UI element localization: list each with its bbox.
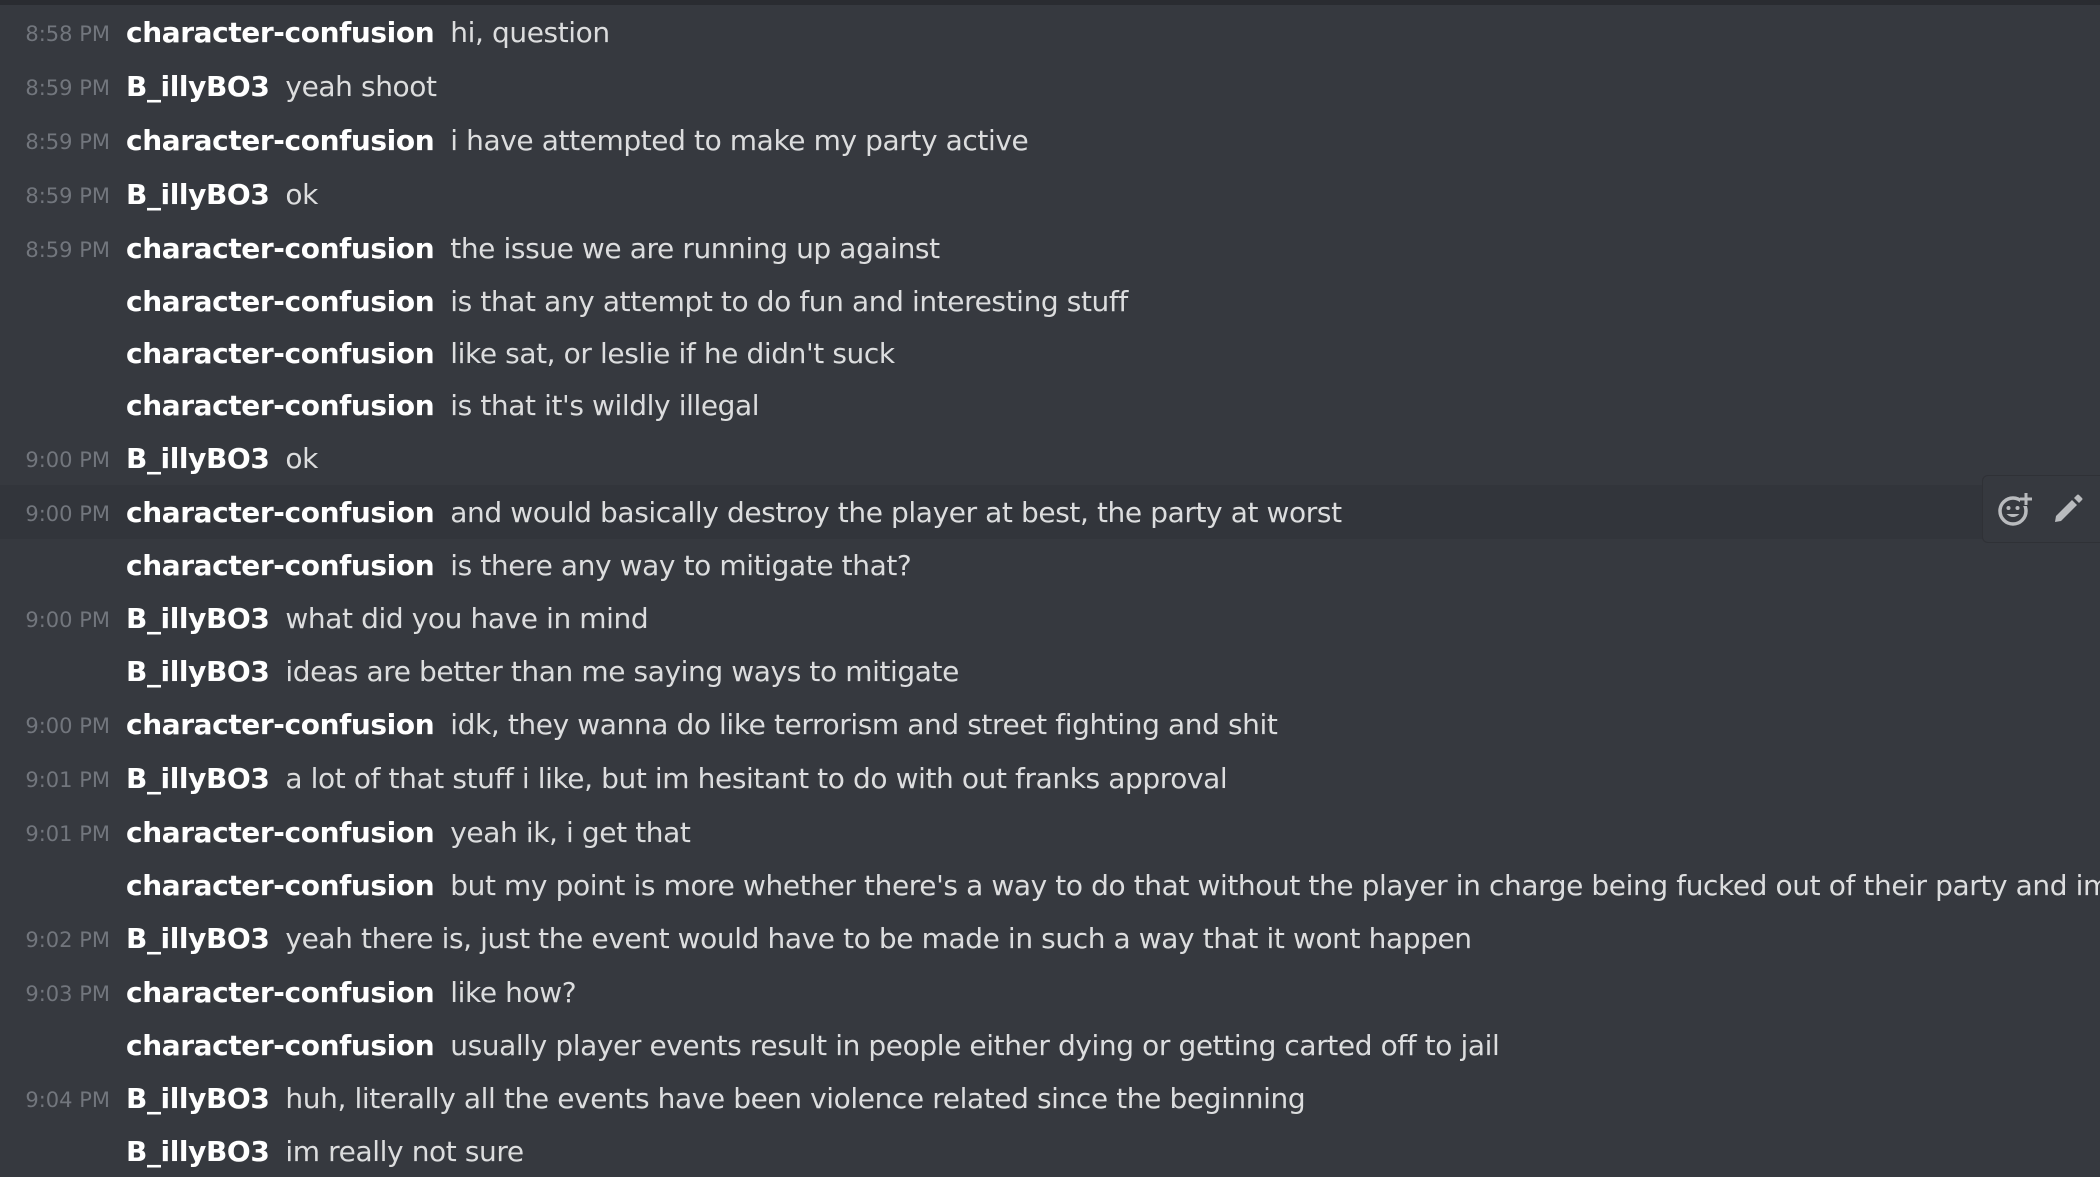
message-timestamp [0, 669, 110, 673]
message-timestamp [0, 1149, 110, 1153]
message-author[interactable]: character-confusion [126, 232, 435, 265]
message-author[interactable]: character-confusion [126, 1029, 435, 1062]
message-author[interactable]: character-confusion [126, 708, 435, 741]
message-row[interactable]: 8:59 PM B_illyBO3 ok [0, 167, 2100, 221]
message-row[interactable]: 9:02 PM B_illyBO3 yeah there is, just th… [0, 911, 2100, 965]
chat-messages: 8:58 PM character-confusion hi, question… [0, 5, 2100, 1174]
message-timestamp [0, 1043, 110, 1047]
message-timestamp: 9:00 PM [25, 448, 110, 472]
message-author[interactable]: B_illyBO3 [126, 442, 270, 475]
message-author[interactable]: character-confusion [126, 816, 435, 849]
message-author[interactable]: character-confusion [126, 976, 435, 1009]
message-content: what did you have in mind [285, 601, 649, 635]
message-author[interactable]: B_illyBO3 [126, 655, 270, 688]
message-content: like how? [450, 975, 577, 1009]
message-content: and would basically destroy the player a… [450, 495, 1342, 529]
message-timestamp [0, 883, 110, 887]
message-content: yeah there is, just the event would have… [285, 921, 1472, 955]
message-row[interactable]: 8:59 PM character-confusion the issue we… [0, 221, 2100, 275]
message-timestamp: 9:00 PM [25, 502, 110, 526]
message-author[interactable]: character-confusion [126, 337, 435, 370]
message-timestamp [0, 299, 110, 303]
message-content: usually player events result in people e… [450, 1028, 1500, 1062]
pencil-icon[interactable] [2048, 489, 2088, 529]
message-row[interactable]: 9:01 PM character-confusion yeah ik, i g… [0, 805, 2100, 859]
message-timestamp: 8:58 PM [25, 22, 110, 46]
message-row[interactable]: 9:00 PM B_illyBO3 what did you have in m… [0, 591, 2100, 645]
message-row[interactable]: 9:00 PM B_illyBO3 ok [0, 431, 2100, 485]
message-timestamp [0, 563, 110, 567]
message-timestamp [0, 403, 110, 407]
message-row[interactable]: 9:03 PM character-confusion like how? [0, 965, 2100, 1019]
message-content: idk, they wanna do like terrorism and st… [450, 707, 1278, 741]
message-author[interactable]: B_illyBO3 [126, 602, 270, 635]
message-timestamp: 9:03 PM [25, 982, 110, 1006]
message-row[interactable]: B_illyBO3 ideas are better than me sayin… [0, 645, 2100, 697]
message-content: the issue we are running up against [450, 231, 940, 265]
message-timestamp: 8:59 PM [25, 238, 110, 262]
message-row[interactable]: 9:00 PM character-confusion idk, they wa… [0, 697, 2100, 751]
message-row[interactable]: character-confusion like sat, or leslie … [0, 327, 2100, 379]
message-timestamp: 8:59 PM [25, 184, 110, 208]
message-row[interactable]: character-confusion but my point is more… [0, 859, 2100, 911]
message-row[interactable]: 9:01 PM B_illyBO3 a lot of that stuff i … [0, 751, 2100, 805]
message-row[interactable]: 8:59 PM character-confusion i have attem… [0, 113, 2100, 167]
message-content: i have attempted to make my party active [450, 123, 1029, 157]
message-timestamp: 9:02 PM [25, 928, 110, 952]
message-timestamp: 9:01 PM [25, 822, 110, 846]
message-row[interactable]: character-confusion is there any way to … [0, 539, 2100, 591]
message-content: is that it's wildly illegal [450, 388, 760, 422]
message-row[interactable]: character-confusion usually player event… [0, 1019, 2100, 1071]
message-author[interactable]: character-confusion [126, 389, 435, 422]
message-row[interactable]: 8:58 PM character-confusion hi, question [0, 5, 2100, 59]
message-author[interactable]: B_illyBO3 [126, 178, 270, 211]
message-author[interactable]: B_illyBO3 [126, 762, 270, 795]
message-content: im really not sure [285, 1134, 524, 1168]
message-content: ideas are better than me saying ways to … [285, 654, 959, 688]
message-content: a lot of that stuff i like, but im hesit… [285, 761, 1228, 795]
message-hover-toolbar [1982, 475, 2100, 543]
message-content: ok [285, 441, 318, 475]
message-row[interactable]: B_illyBO3 im really not sure [0, 1125, 2100, 1177]
message-row[interactable]: 8:59 PM B_illyBO3 yeah shoot [0, 59, 2100, 113]
message-row-hovered[interactable]: 9:00 PM character-confusion and would ba… [0, 475, 2100, 543]
message-author[interactable]: character-confusion [126, 869, 435, 902]
message-timestamp: 8:59 PM [25, 76, 110, 100]
message-timestamp: 9:04 PM [25, 1088, 110, 1112]
message-author[interactable]: character-confusion [126, 496, 435, 529]
message-content: but my point is more whether there's a w… [450, 868, 2100, 902]
message-content: huh, literally all the events have been … [285, 1081, 1306, 1115]
message-timestamp: 9:00 PM [25, 714, 110, 738]
message-content: like sat, or leslie if he didn't suck [450, 336, 895, 370]
message-timestamp [0, 351, 110, 355]
message-content: is there any way to mitigate that? [450, 548, 912, 582]
message-author[interactable]: B_illyBO3 [126, 1135, 270, 1168]
message-author[interactable]: B_illyBO3 [126, 1082, 270, 1115]
message-content: yeah shoot [285, 69, 437, 103]
message-author[interactable]: character-confusion [126, 549, 435, 582]
add-reaction-icon[interactable] [1995, 489, 2035, 529]
message-row[interactable]: character-confusion is that any attempt … [0, 275, 2100, 327]
message-author[interactable]: B_illyBO3 [126, 922, 270, 955]
message-author[interactable]: character-confusion [126, 285, 435, 318]
message-timestamp: 9:00 PM [25, 608, 110, 632]
message-row[interactable]: character-confusion is that it's wildly … [0, 379, 2100, 431]
message-content: yeah ik, i get that [450, 815, 691, 849]
message-author[interactable]: B_illyBO3 [126, 70, 270, 103]
message-content: hi, question [450, 15, 610, 49]
message-author[interactable]: character-confusion [126, 16, 435, 49]
message-content: is that any attempt to do fun and intere… [450, 284, 1128, 318]
message-timestamp: 8:59 PM [25, 130, 110, 154]
message-content: ok [285, 177, 318, 211]
message-author[interactable]: character-confusion [126, 124, 435, 157]
message-timestamp: 9:01 PM [25, 768, 110, 792]
message-row[interactable]: 9:04 PM B_illyBO3 huh, literally all the… [0, 1071, 2100, 1125]
